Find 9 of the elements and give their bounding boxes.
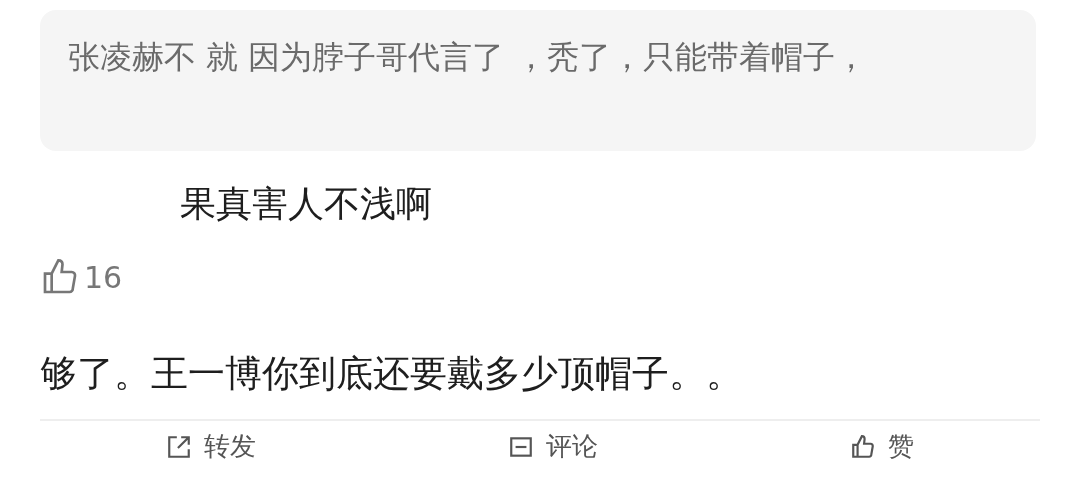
like-button[interactable]: 赞 bbox=[850, 429, 914, 464]
like-count: 16 bbox=[84, 259, 123, 295]
thumbs-up-icon bbox=[850, 433, 876, 460]
share-icon bbox=[166, 433, 192, 460]
share-button[interactable]: 转发 bbox=[166, 429, 256, 464]
reply-text: 够了。王一博你到底还要戴多少顶帽子。。 bbox=[40, 351, 744, 397]
comment-text: 果真害人不浅啊 bbox=[179, 182, 433, 226]
quoted-comment: 张凌赫不 就 因为脖子哥代言了 ，秃了，只能带着帽子， bbox=[40, 10, 1036, 151]
comment-button[interactable]: 评论 bbox=[508, 429, 598, 464]
